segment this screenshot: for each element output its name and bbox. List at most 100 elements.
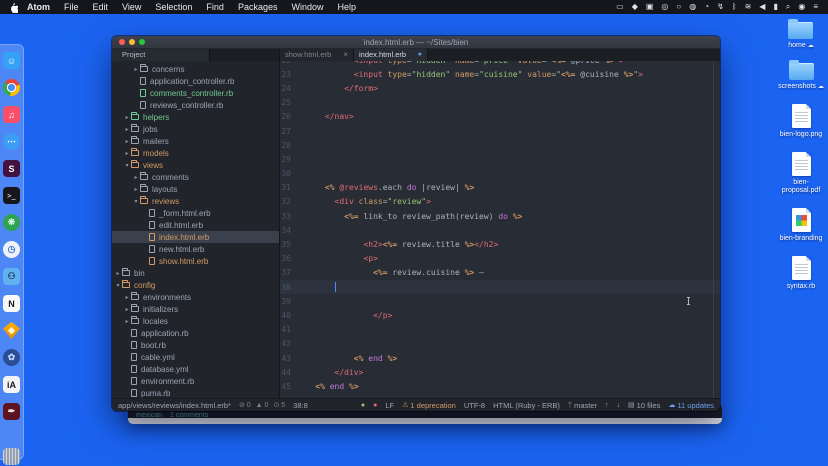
code-line-34[interactable]: 34 [280,223,720,237]
disclosure-arrow-icon[interactable]: ▸ [123,138,131,145]
code-line-28[interactable]: 28 [280,138,720,152]
disclosure-arrow-icon[interactable]: ▸ [123,150,131,157]
tree-item-views[interactable]: ▾views [112,159,279,171]
disclosure-arrow-icon[interactable]: ▸ [132,174,140,181]
tree-item-bin[interactable]: ▸bin [112,267,279,279]
tree-item-environments[interactable]: ▸environments [112,291,279,303]
tree-item-cable.yml[interactable]: cable.yml [112,351,279,363]
tree-item-mailers[interactable]: ▸mailers [112,135,279,147]
screen-mirroring-icon[interactable]: ▭ [612,0,628,14]
tree-item-puma.rb[interactable]: puma.rb [112,387,279,398]
menu-atom[interactable]: Atom [20,0,57,14]
tree-item-reviews_controller.rb[interactable]: reviews_controller.rb [112,99,279,111]
tree-item-boot.rb[interactable]: boot.rb [112,339,279,351]
disclosure-arrow-icon[interactable]: ▾ [132,198,140,205]
git-pull[interactable]: ↓ [617,402,621,409]
dock-photo-app-icon[interactable]: ✿ [3,349,20,366]
code-line-29[interactable]: 29 [280,152,720,166]
package-updates[interactable]: ☁11 updates [668,401,714,410]
tree-item-concerns[interactable]: ▸concerns [112,63,279,75]
wifi-icon[interactable]: ≋ [741,0,756,14]
disclosure-arrow-icon[interactable]: ▸ [123,114,131,121]
code-line-31[interactable]: 31 <% @reviews.each do |review| %> [280,181,720,195]
tree-item-environment.rb[interactable]: environment.rb [112,375,279,387]
code-line-35[interactable]: 35 <h2><%= review.title %></h2> [280,237,720,251]
dock-trash-icon[interactable] [3,448,20,465]
disclosure-arrow-icon[interactable]: ▸ [123,306,131,313]
apple-menu[interactable] [6,2,20,13]
code-line-41[interactable]: 41 [280,323,720,337]
tree-item-edit.html.erb[interactable]: edit.html.erb [112,219,279,231]
dock-clock-app-icon[interactable]: ◷ [3,241,20,258]
tree-item-jobs[interactable]: ▸jobs [112,123,279,135]
code-line-39[interactable]: 39 [280,294,720,308]
current-file-path[interactable]: app/views/reviews/index.html.erb* [118,401,231,410]
code-line-30[interactable]: 30 [280,167,720,181]
menu-view[interactable]: View [115,0,148,14]
tree-item-reviews[interactable]: ▾reviews [112,195,279,207]
tree-item-index.html.erb[interactable]: index.html.erb [112,231,279,243]
tree-item-application.rb[interactable]: application.rb [112,327,279,339]
git-files[interactable]: ▤10 files [628,401,660,410]
git-push[interactable]: ↑ [605,402,609,409]
menu-packages[interactable]: Packages [231,0,285,14]
menu-selection[interactable]: Selection [148,0,199,14]
code-line-37[interactable]: 37 <%= review.cuisine %> — [280,266,720,280]
grammar[interactable]: HTML (Ruby - ERB) [493,401,560,410]
code-line-36[interactable]: 36 <p> [280,252,720,266]
editor-pane[interactable]: 22 <input type="hidden" name="price" val… [280,61,720,398]
title-bar[interactable]: index.html.erb — ~/Sites/bien [112,36,720,49]
dock-tweetbot-icon[interactable]: ⚇ [3,268,20,285]
deprecation-warning[interactable]: ⚠1 deprecation [402,401,456,410]
code-line-43[interactable]: 43 <% end %> [280,351,720,365]
tree-item-initializers[interactable]: ▸initializers [112,303,279,315]
dock-terminal-icon[interactable]: >_ [3,187,20,204]
dock-messages-icon[interactable]: ⋯ [3,133,20,150]
tree-item-database.yml[interactable]: database.yml [112,363,279,375]
disclosure-arrow-icon[interactable]: ▾ [114,282,122,289]
disclosure-arrow-icon[interactable]: ▾ [123,162,131,169]
cursor-position[interactable]: 38:8 [293,401,308,410]
menu-help[interactable]: Help [330,0,363,14]
dock-notion-icon[interactable]: N [3,295,20,312]
stats-icon[interactable]: ◍ [685,0,700,14]
dock-slack-icon[interactable]: S [3,160,20,177]
tree-item-_form.html.erb[interactable]: _form.html.erb [112,207,279,219]
clock-icon[interactable]: ◔ [700,0,713,14]
disclosure-arrow-icon[interactable]: ▸ [123,294,131,301]
line-ending[interactable]: LF [385,401,394,410]
code-line-45[interactable]: 45 <% end %> [280,379,720,393]
code-line-38[interactable]: 38 [280,280,720,294]
code-line-23[interactable]: 23 <input type="hidden" name="cuisine" v… [280,67,720,81]
dock-music-icon[interactable]: ♫ [3,106,20,123]
dnd-icon[interactable]: ○ [672,0,685,14]
battery-icon[interactable]: ▮ [769,0,781,14]
tree-item-comments[interactable]: ▸comments [112,171,279,183]
tree-item-new.html.erb[interactable]: new.html.erb [112,243,279,255]
desktop-icon-bien-branding[interactable]: bien-branding [780,208,823,243]
project-tab[interactable]: Project [112,49,210,61]
dock-acrobat-icon[interactable]: ✒ [3,403,20,420]
menu-window[interactable]: Window [284,0,330,14]
tree-item-show.html.erb[interactable]: show.html.erb [112,255,279,267]
dock-garden-app-icon[interactable]: ❋ [3,214,20,231]
code-line-32[interactable]: 32 <div class="review"> [280,195,720,209]
menu-edit[interactable]: Edit [86,0,116,14]
disclosure-arrow-icon[interactable]: ▸ [123,318,131,325]
disclosure-arrow-icon[interactable]: ▸ [132,66,140,73]
tree-item-config[interactable]: ▾config [112,279,279,291]
dock-chrome-icon[interactable] [3,79,20,96]
tab-index.html.erb[interactable]: index.html.erb● [354,49,428,61]
status-dot-red[interactable]: ● [373,402,377,409]
desktop-icon-syntax-rb[interactable]: syntax.rb [787,256,815,291]
tree-item-comments_controller.rb[interactable]: comments_controller.rb [112,87,279,99]
code-line-33[interactable]: 33 <%= link_to review_path(review) do %> [280,209,720,223]
status-dot-green[interactable]: ● [361,402,365,409]
security-icon[interactable]: ◆ [628,0,642,14]
siri-icon[interactable]: ◉ [794,0,809,14]
bluetooth-icon[interactable]: ᛒ [728,0,741,14]
desktop-icon-screenshots[interactable]: screenshots☁ [778,63,824,91]
tree-item-locales[interactable]: ▸locales [112,315,279,327]
dock-finder-icon[interactable]: ☺ [3,52,20,69]
code-line-44[interactable]: 44 </div> [280,365,720,379]
